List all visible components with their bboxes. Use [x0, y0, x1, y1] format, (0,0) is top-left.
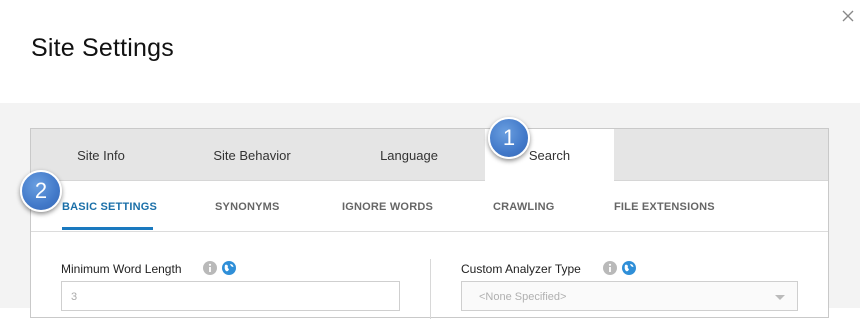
globe-icon[interactable] — [622, 261, 636, 275]
callout-badge-1: 1 — [488, 117, 530, 159]
dialog-header: Site Settings — [0, 0, 860, 103]
subtab-ignore-words[interactable]: IGNORE WORDS — [342, 201, 433, 213]
tab-bar: Site Info Site Behavior Language Search — [31, 129, 828, 181]
subtab-basic-settings[interactable]: BASIC SETTINGS — [62, 201, 157, 213]
info-icon[interactable] — [603, 261, 617, 275]
globe-icon[interactable] — [222, 261, 236, 275]
page-title: Site Settings — [31, 34, 174, 62]
active-subtab-indicator — [62, 227, 153, 230]
tab-language[interactable]: Language — [333, 129, 485, 180]
subtab-file-extensions[interactable]: FILE EXTENSIONS — [614, 201, 715, 213]
min-word-length-input[interactable]: 3 — [61, 281, 400, 311]
close-icon — [842, 10, 854, 22]
custom-analyzer-type-label: Custom Analyzer Type — [461, 262, 581, 276]
settings-panel: Site Info Site Behavior Language Search … — [30, 128, 829, 319]
subtab-bar: BASIC SETTINGS SYNONYMS IGNORE WORDS CRA… — [31, 181, 828, 232]
custom-analyzer-select[interactable]: <None Specified> — [461, 281, 798, 311]
subtab-synonyms[interactable]: SYNONYMS — [215, 201, 280, 213]
callout-badge-2: 2 — [20, 170, 62, 212]
custom-analyzer-value: <None Specified> — [479, 291, 567, 303]
info-icon[interactable] — [203, 261, 217, 275]
subtab-crawling[interactable]: CRAWLING — [493, 201, 554, 213]
tab-site-behavior[interactable]: Site Behavior — [171, 129, 333, 180]
close-button[interactable] — [839, 7, 857, 25]
min-word-length-label: Minimum Word Length — [61, 262, 182, 276]
column-divider — [430, 259, 431, 319]
chevron-down-icon — [775, 295, 785, 300]
